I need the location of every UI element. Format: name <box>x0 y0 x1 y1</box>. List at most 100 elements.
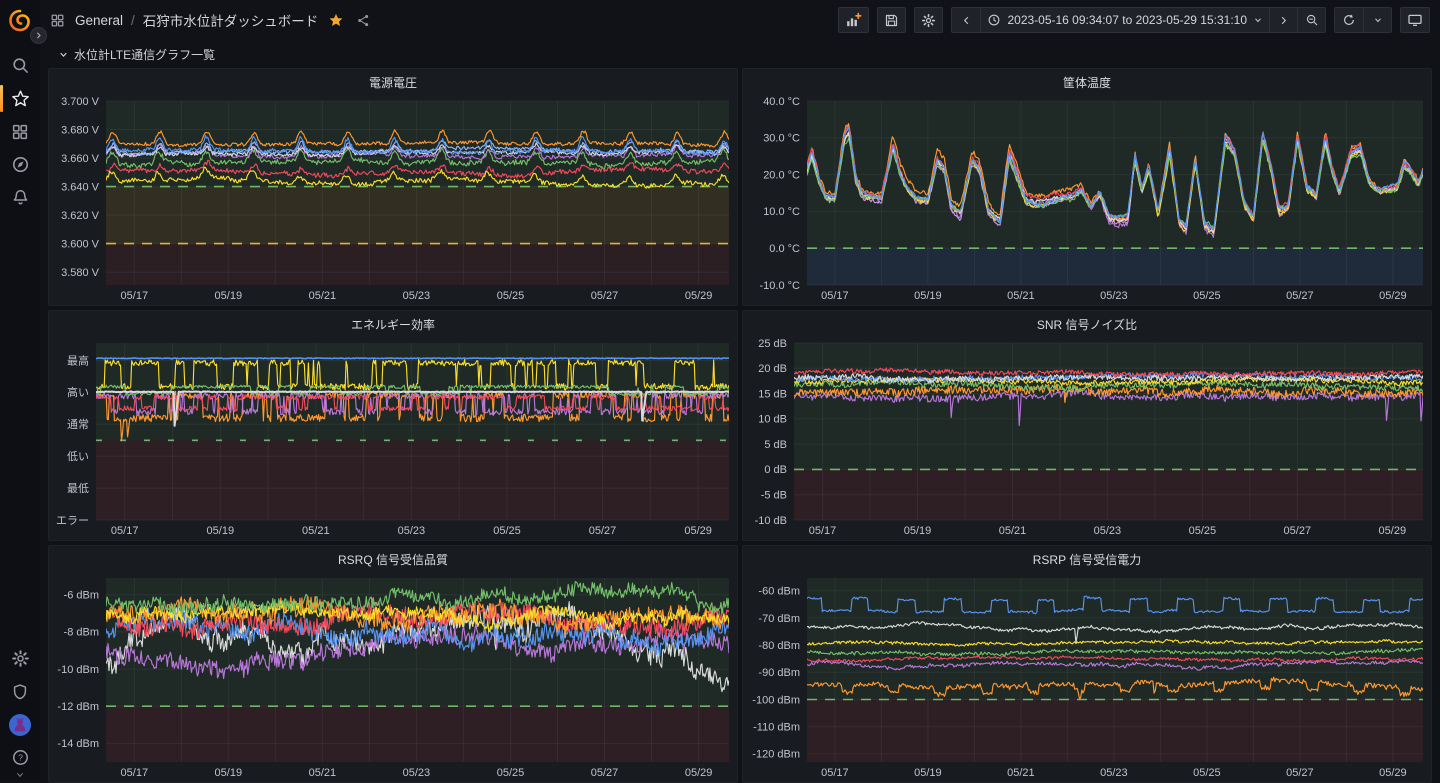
grafana-app: ? General / <box>0 0 1440 780</box>
svg-text:-12 dBm: -12 dBm <box>57 701 99 713</box>
chevron-down-icon <box>16 772 24 778</box>
svg-text:0 dB: 0 dB <box>764 464 787 476</box>
svg-text:05/23: 05/23 <box>1100 290 1128 302</box>
svg-text:3.620 V: 3.620 V <box>61 210 100 222</box>
svg-text:05/25: 05/25 <box>1193 290 1221 302</box>
row-title: 水位計LTE通信グラフ一覧 <box>74 46 215 63</box>
breadcrumb-section[interactable]: General <box>75 13 123 28</box>
panel-title[interactable]: 筐体温度 <box>743 69 1431 95</box>
svg-text:3.700 V: 3.700 V <box>61 96 100 108</box>
svg-text:-14 dBm: -14 dBm <box>57 738 99 750</box>
panel-title[interactable]: 電源電圧 <box>49 69 737 95</box>
svg-text:05/25: 05/25 <box>497 290 525 302</box>
grafana-logo[interactable] <box>6 7 34 35</box>
refresh-interval-dropdown[interactable] <box>1363 8 1391 32</box>
apps-grid-icon <box>48 11 67 30</box>
sidebar-item-configuration[interactable] <box>0 642 40 675</box>
bell-icon <box>11 188 30 207</box>
svg-text:最高: 最高 <box>67 353 89 367</box>
svg-text:-110 dBm: -110 dBm <box>753 722 800 734</box>
chart-svg[interactable]: 最高高い通常低い最低エラー05/1705/1905/2105/2305/2505… <box>49 337 737 540</box>
svg-text:通常: 通常 <box>67 418 89 431</box>
time-range-picker[interactable]: 2023-05-16 09:34:07 to 2023-05-29 15:31:… <box>980 8 1269 32</box>
row-header: 水位計LTE通信グラフ一覧 <box>40 40 1440 68</box>
sidebar-item-search[interactable] <box>0 49 40 82</box>
gear-icon <box>11 649 30 668</box>
svg-text:05/19: 05/19 <box>914 767 942 779</box>
chart-area[interactable]: 40.0 °C30.0 °C20.0 °C10.0 °C0.0 °C-10.0 … <box>743 95 1431 305</box>
svg-text:エラー: エラー <box>56 515 89 527</box>
svg-text:05/19: 05/19 <box>215 290 243 302</box>
sidebar-item-starred[interactable] <box>0 82 40 115</box>
panel: RSRQ 信号受信品質-6 dBm-8 dBm-10 dBm-12 dBm-14… <box>48 545 738 783</box>
svg-text:05/17: 05/17 <box>821 767 849 779</box>
sidebar-item-alerting[interactable] <box>0 181 40 214</box>
share-icon <box>356 13 371 28</box>
svg-text:05/21: 05/21 <box>302 525 330 537</box>
question-circle-icon: ? <box>11 748 30 767</box>
svg-text:05/27: 05/27 <box>1286 290 1314 302</box>
svg-text:3.640 V: 3.640 V <box>61 181 100 193</box>
svg-text:20.0 °C: 20.0 °C <box>763 169 800 181</box>
shield-icon <box>11 683 29 701</box>
chart-svg[interactable]: 3.700 V3.680 V3.660 V3.640 V3.620 V3.600… <box>49 95 737 305</box>
chart-svg[interactable]: 25 dB20 dB15 dB10 dB5 dB0 dB-5 dB-10 dB0… <box>743 337 1431 540</box>
time-range-back-button[interactable] <box>952 8 980 32</box>
svg-text:05/17: 05/17 <box>821 290 849 302</box>
svg-text:05/19: 05/19 <box>215 767 243 779</box>
zoom-out-icon <box>1305 13 1319 27</box>
chart-area[interactable]: -60 dBm-70 dBm-80 dBm-90 dBm-100 dBm-110… <box>743 572 1431 782</box>
dashboard-header: General / 石狩市水位計ダッシュボード <box>40 0 1440 40</box>
sidebar-item-server-admin[interactable] <box>0 675 40 708</box>
panel-title[interactable]: エネルギー効率 <box>49 311 737 337</box>
sidebar-expand-button[interactable] <box>30 27 47 44</box>
svg-text:05/27: 05/27 <box>591 767 619 779</box>
svg-text:05/27: 05/27 <box>589 525 617 537</box>
chart-area[interactable]: 25 dB20 dB15 dB10 dB5 dB0 dB-5 dB-10 dB0… <box>743 337 1431 540</box>
sidebar-item-explore[interactable] <box>0 148 40 181</box>
chevron-down-icon <box>58 49 69 60</box>
dashboard-settings-button[interactable] <box>914 7 943 33</box>
svg-text:05/17: 05/17 <box>111 525 139 537</box>
svg-text:-6 dBm: -6 dBm <box>64 590 99 602</box>
svg-text:05/25: 05/25 <box>493 525 521 537</box>
time-range-forward-button[interactable] <box>1269 8 1297 32</box>
dashboard-grid: 電源電圧3.700 V3.680 V3.660 V3.640 V3.620 V3… <box>40 68 1440 783</box>
main-area: General / 石狩市水位計ダッシュボード <box>40 0 1440 780</box>
chart-svg[interactable]: -6 dBm-8 dBm-10 dBm-12 dBm-14 dBm05/1705… <box>49 572 737 782</box>
svg-text:30.0 °C: 30.0 °C <box>763 133 800 145</box>
svg-text:25 dB: 25 dB <box>758 338 787 350</box>
svg-text:05/27: 05/27 <box>1284 525 1312 537</box>
sidebar-item-help[interactable]: ? <box>0 741 40 774</box>
refresh-button[interactable] <box>1335 8 1363 32</box>
star-filled-icon <box>328 12 344 28</box>
svg-text:05/25: 05/25 <box>1189 525 1217 537</box>
time-range-zoom-out-button[interactable] <box>1297 8 1325 32</box>
add-panel-button[interactable] <box>838 7 869 33</box>
panel-title[interactable]: SNR 信号ノイズ比 <box>743 311 1431 337</box>
chart-svg[interactable]: -60 dBm-70 dBm-80 dBm-90 dBm-100 dBm-110… <box>743 572 1431 782</box>
chart-area[interactable]: 最高高い通常低い最低エラー05/1705/1905/2105/2305/2505… <box>49 337 737 540</box>
sidebar-item-dashboards[interactable] <box>0 115 40 148</box>
panel-title[interactable]: RSRQ 信号受信品質 <box>49 546 737 572</box>
sidebar-item-user-profile[interactable] <box>0 708 40 741</box>
save-icon <box>884 13 899 28</box>
row-collapse-toggle[interactable]: 水位計LTE通信グラフ一覧 <box>58 46 215 63</box>
svg-text:05/21: 05/21 <box>309 290 337 302</box>
toolbar: 2023-05-16 09:34:07 to 2023-05-29 15:31:… <box>838 7 1430 33</box>
svg-text:05/25: 05/25 <box>497 767 525 779</box>
save-dashboard-button[interactable] <box>877 7 906 33</box>
panel-title[interactable]: RSRP 信号受信電力 <box>743 546 1431 572</box>
avatar-figure-icon <box>9 714 31 736</box>
chart-area[interactable]: -6 dBm-8 dBm-10 dBm-12 dBm-14 dBm05/1705… <box>49 572 737 782</box>
cycle-view-mode-button[interactable] <box>1400 7 1430 33</box>
gear-icon <box>921 13 936 28</box>
svg-text:05/23: 05/23 <box>403 767 431 779</box>
svg-text:10.0 °C: 10.0 °C <box>763 206 800 218</box>
favorite-star-button[interactable] <box>326 10 346 30</box>
chart-area[interactable]: 3.700 V3.680 V3.660 V3.640 V3.620 V3.600… <box>49 95 737 305</box>
breadcrumb-dashboard-title[interactable]: 石狩市水位計ダッシュボード <box>143 10 319 30</box>
chart-svg[interactable]: 40.0 °C30.0 °C20.0 °C10.0 °C0.0 °C-10.0 … <box>743 95 1431 305</box>
svg-text:-90 dBm: -90 dBm <box>758 667 800 679</box>
share-dashboard-button[interactable] <box>354 11 373 30</box>
